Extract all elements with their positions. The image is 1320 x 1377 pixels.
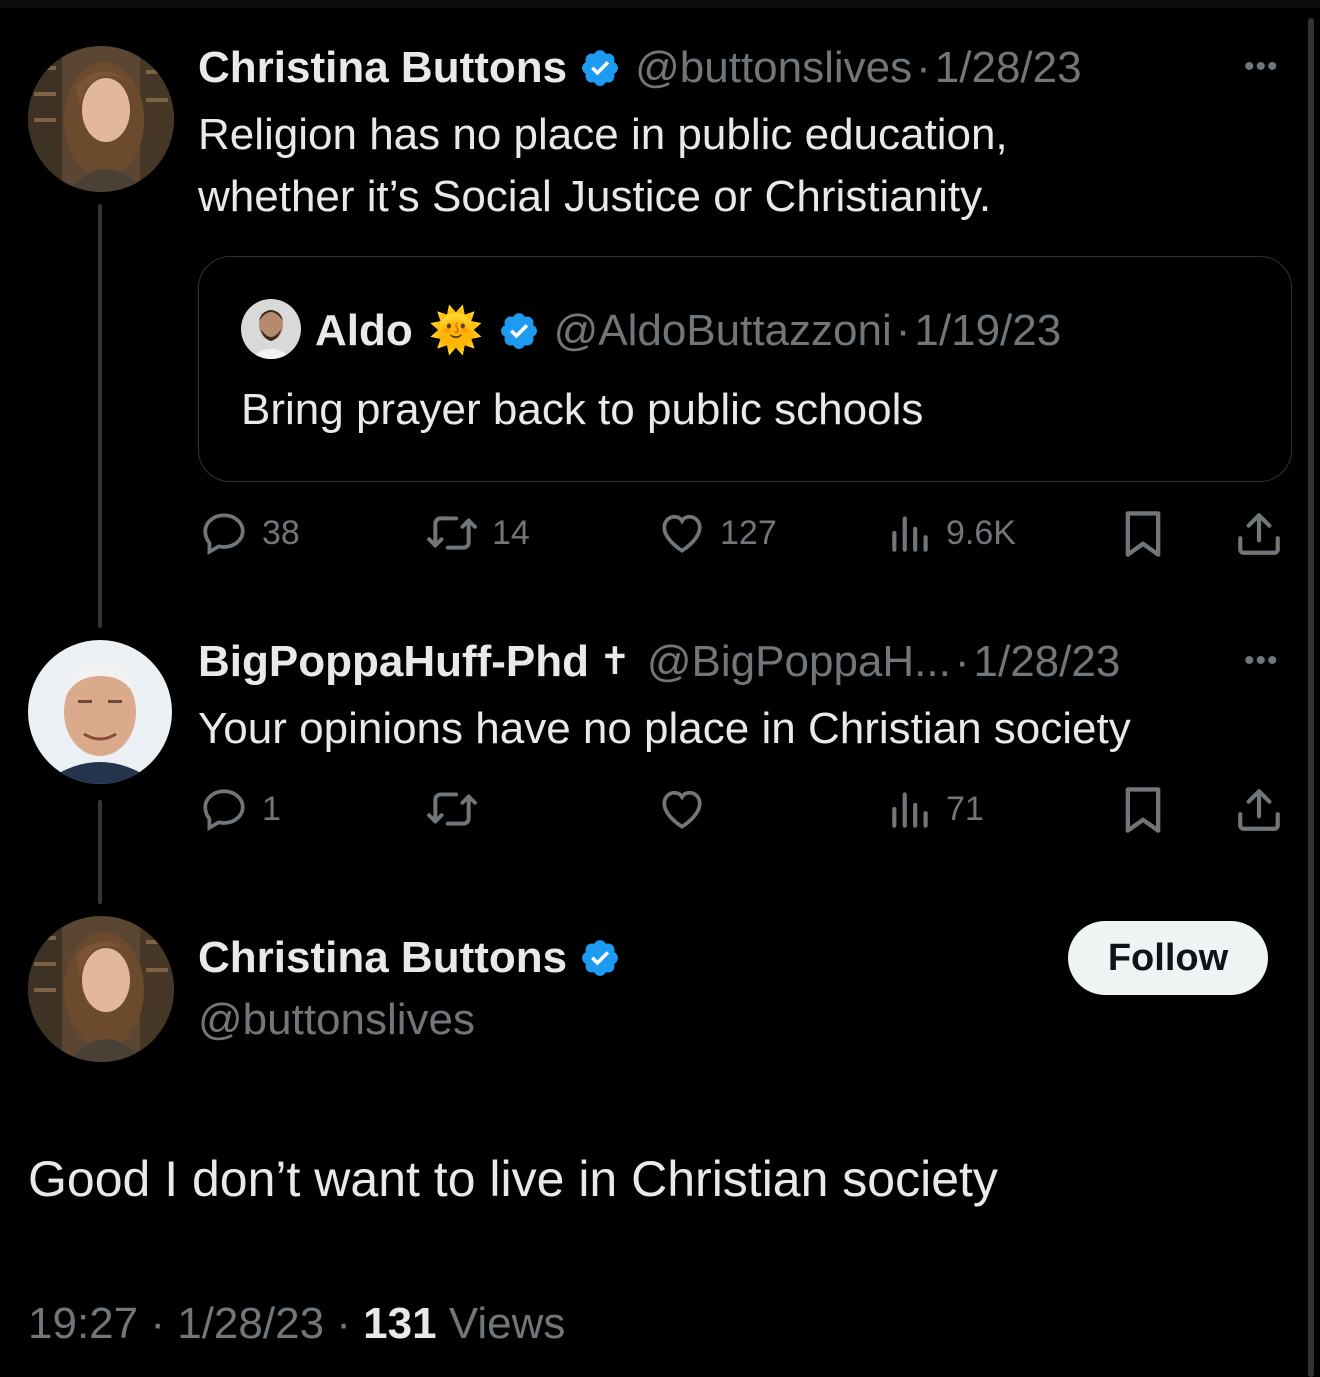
verified-badge-icon (500, 313, 537, 349)
views-count: 9.6K (946, 513, 1016, 552)
avatar-christina[interactable] (28, 916, 174, 1062)
views-count: 131 (363, 1299, 437, 1348)
share-button[interactable] (1234, 784, 1284, 836)
tweet-text: Religion has no place in public educatio… (198, 104, 1008, 228)
share-icon (1238, 789, 1280, 831)
author-handle[interactable]: @buttonslives (198, 994, 475, 1046)
author-handle[interactable]: @BigPoppaH... (647, 636, 951, 688)
views-button[interactable]: 71 (888, 784, 984, 834)
retweet-button[interactable] (424, 784, 480, 834)
thread-line (98, 204, 102, 628)
cross-emoji-icon: ✝ (599, 641, 631, 683)
separator: · (336, 1299, 351, 1348)
views-button[interactable]: 9.6K (888, 508, 1016, 558)
views-icon (892, 792, 928, 828)
main-tweet-text: Good I don’t want to live in Christian s… (28, 1151, 998, 1207)
avatar-christina[interactable] (28, 46, 174, 192)
main-tweet-handle-row: @buttonslives (198, 994, 475, 1046)
retweet-icon (427, 516, 477, 550)
separator: · (916, 43, 931, 92)
share-icon (1238, 513, 1280, 555)
quote-header: Aldo 🌞 @AldoButtazzoni · 1/19/23 (315, 305, 1061, 357)
verified-badge-icon (582, 940, 619, 976)
heart-icon (662, 790, 702, 829)
scrollbar[interactable] (1308, 18, 1314, 1377)
main-tweet-header: Christina Buttons (198, 932, 635, 984)
follow-button[interactable]: Follow (1068, 921, 1268, 995)
like-button[interactable]: 127 (656, 508, 777, 558)
like-button[interactable] (656, 784, 708, 834)
tweet1-header: Christina Buttons @buttonslives · 1/28/2… (198, 42, 1082, 94)
sun-emoji-icon: 🌞 (428, 306, 484, 355)
reply-count: 1 (262, 789, 281, 828)
reply-count: 38 (262, 513, 300, 552)
reply-icon (203, 513, 245, 555)
like-count: 127 (720, 513, 777, 552)
retweet-count: 14 (492, 513, 530, 552)
more-options-icon[interactable]: ••• (1244, 50, 1279, 84)
more-options-icon[interactable]: ••• (1244, 644, 1279, 678)
quote-author-handle: @AldoButtazzoni (553, 306, 892, 355)
bookmark-button[interactable] (1120, 508, 1166, 560)
reply-button[interactable]: 1 (198, 784, 281, 834)
bookmark-icon (1125, 787, 1161, 833)
thread-line (98, 800, 102, 904)
tweet-date[interactable]: 1/28/23 (974, 636, 1121, 688)
quote-author-name: Aldo (315, 306, 413, 355)
top-edge (0, 0, 1320, 8)
separator: · (150, 1299, 165, 1348)
retweet-button[interactable]: 14 (424, 508, 530, 558)
tweet-meta: 19:27 · 1/28/23 · 131 Views (28, 1296, 565, 1352)
reply-icon (203, 789, 245, 831)
tweet-time[interactable]: 19:27 (28, 1299, 138, 1348)
share-button[interactable] (1234, 508, 1284, 560)
avatar-aldo (241, 299, 301, 359)
tweet-text: Your opinions have no place in Christian… (198, 704, 1131, 753)
tweet-text-line: whether it’s Social Justice or Christian… (198, 172, 992, 221)
bookmark-button[interactable] (1120, 784, 1166, 836)
quoted-tweet[interactable]: Aldo 🌞 @AldoButtazzoni · 1/19/23 Bring p… (198, 256, 1292, 482)
tweet-date[interactable]: 1/28/23 (935, 42, 1082, 94)
author-name[interactable]: Christina Buttons (198, 932, 567, 984)
separator: · (954, 637, 970, 686)
reply-button[interactable]: 38 (198, 508, 300, 558)
retweet-icon (427, 792, 477, 826)
author-handle[interactable]: @buttonslives (635, 42, 912, 94)
separator: · (895, 306, 911, 355)
quote-date: 1/19/23 (914, 306, 1062, 355)
author-name[interactable]: BigPoppaHuff-Phd (198, 636, 589, 688)
quote-text: Bring prayer back to public schools (241, 385, 924, 434)
tweet1-actions: 38 14 127 9.6K (198, 508, 1288, 558)
avatar-bigpoppahuff[interactable] (28, 640, 172, 784)
verified-badge-icon (582, 50, 619, 86)
author-name[interactable]: Christina Buttons (198, 42, 567, 94)
tweet-date[interactable]: 1/28/23 (177, 1299, 324, 1348)
views-label: Views (448, 1299, 566, 1348)
bookmark-icon (1125, 511, 1161, 557)
views-icon (892, 516, 928, 552)
tweet2-actions: 1 71 (198, 784, 1288, 834)
tweet2-header: BigPoppaHuff-Phd ✝ @BigPoppaH... · 1/28/… (198, 636, 1120, 688)
views-count: 71 (946, 789, 984, 828)
tweet-text-line: Religion has no place in public educatio… (198, 110, 1008, 159)
heart-icon (662, 514, 702, 553)
